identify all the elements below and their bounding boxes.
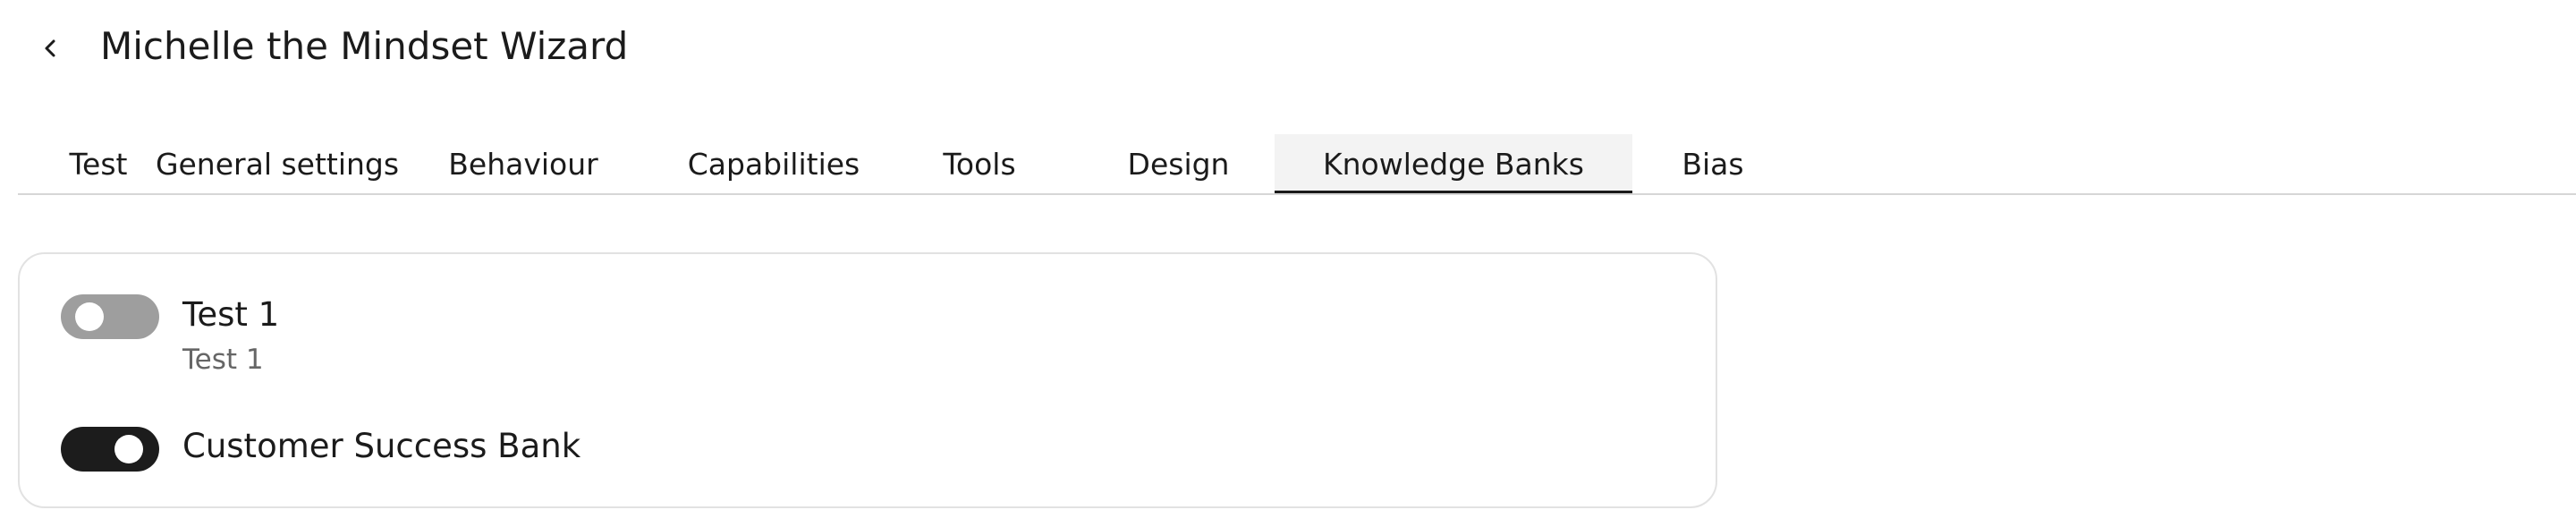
tab-general-settings[interactable]: General settings <box>156 134 399 194</box>
tab-bias[interactable]: Bias <box>1632 134 1793 194</box>
toggle-knob <box>114 435 143 463</box>
knowledge-banks-card: Test 1 Test 1 Customer Success Bank <box>18 252 1717 508</box>
knowledge-bank-toggle[interactable] <box>61 294 159 339</box>
tab-knowledge-banks[interactable]: Knowledge Banks <box>1275 134 1632 194</box>
knowledge-bank-name: Customer Success Bank <box>182 427 581 465</box>
tab-tools[interactable]: Tools <box>877 134 1082 194</box>
page-header: Michelle the Mindset Wizard <box>0 0 2576 94</box>
knowledge-bank-name: Test 1 <box>182 295 280 334</box>
chevron-left-icon <box>45 39 55 57</box>
tab-bar-divider <box>18 193 2576 195</box>
tab-capabilities[interactable]: Capabilities <box>671 134 877 194</box>
tab-behaviour[interactable]: Behaviour <box>376 134 671 194</box>
knowledge-bank-toggle[interactable] <box>61 427 159 472</box>
tab-bar: Test General settings Behaviour Capabili… <box>18 134 2576 194</box>
page-title: Michelle the Mindset Wizard <box>100 24 629 68</box>
knowledge-bank-description: Test 1 <box>182 344 264 376</box>
toggle-knob <box>75 302 104 331</box>
back-button[interactable] <box>32 30 68 66</box>
tab-design[interactable]: Design <box>1082 134 1275 194</box>
